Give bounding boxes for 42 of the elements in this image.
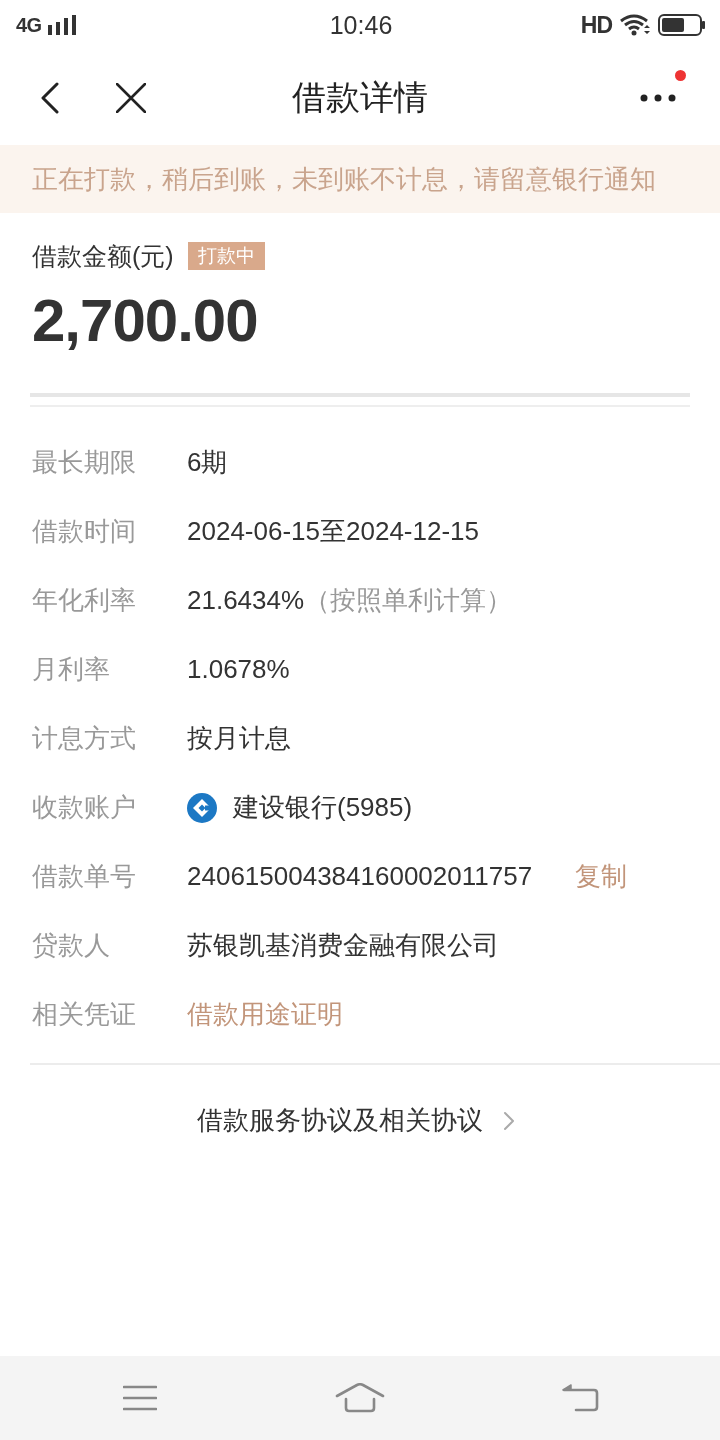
detail-value: 2024-06-15至2024-12-15 <box>187 515 479 548</box>
home-icon[interactable] <box>335 1383 385 1413</box>
close-icon <box>116 82 146 113</box>
detail-value: 21.6434% <box>187 585 305 616</box>
detail-value: 240615004384160002011757 <box>187 861 533 892</box>
back-button[interactable] <box>40 81 60 114</box>
more-icon <box>640 93 676 102</box>
status-tag: 打款中 <box>187 242 265 270</box>
chevron-right-icon <box>503 1110 515 1131</box>
detail-label: 年化利率 <box>32 584 137 617</box>
page-title: 借款详情 <box>292 76 428 118</box>
detail-label: 计息方式 <box>32 722 137 755</box>
detail-value: 6期 <box>187 446 228 479</box>
hd-label: HD <box>580 11 612 39</box>
close-button[interactable] <box>116 82 146 113</box>
copy-link[interactable]: 复制 <box>575 859 628 894</box>
status-time: 10:46 <box>329 10 393 40</box>
agreement-link[interactable]: 借款服务协议及相关协议 <box>197 1103 515 1138</box>
signal-icon <box>47 15 76 35</box>
detail-label: 月利率 <box>32 653 111 686</box>
detail-label: 借款时间 <box>32 515 137 548</box>
wifi-icon <box>620 14 650 36</box>
detail-value: 建设银行(5985) <box>233 791 413 824</box>
detail-value: 1.0678% <box>187 654 290 685</box>
detail-link[interactable]: 借款用途证明 <box>187 997 343 1032</box>
detail-label: 相关凭证 <box>32 998 137 1031</box>
detail-label: 贷款人 <box>32 929 111 962</box>
network-label: 4G <box>16 13 42 37</box>
return-icon[interactable] <box>561 1384 599 1412</box>
detail-value: 按月计息 <box>187 722 291 755</box>
detail-label: 收款账户 <box>32 791 137 824</box>
detail-label: 最长期限 <box>32 446 137 479</box>
detail-value: 苏银凯基消费金融有限公司 <box>187 929 499 962</box>
notice-banner: 正在打款，稍后到账，未到账不计息，请留意银行通知 <box>0 145 720 213</box>
back-icon <box>40 81 60 114</box>
detail-label: 借款单号 <box>32 860 137 893</box>
bank-logo-icon <box>187 792 217 823</box>
amount-label: 借款金额(元) <box>32 240 174 272</box>
detail-note: （按照单利计算） <box>304 584 513 617</box>
battery-icon <box>658 14 706 36</box>
amount-value: 2,700.00 <box>32 286 259 356</box>
menu-icon[interactable] <box>123 1385 157 1411</box>
